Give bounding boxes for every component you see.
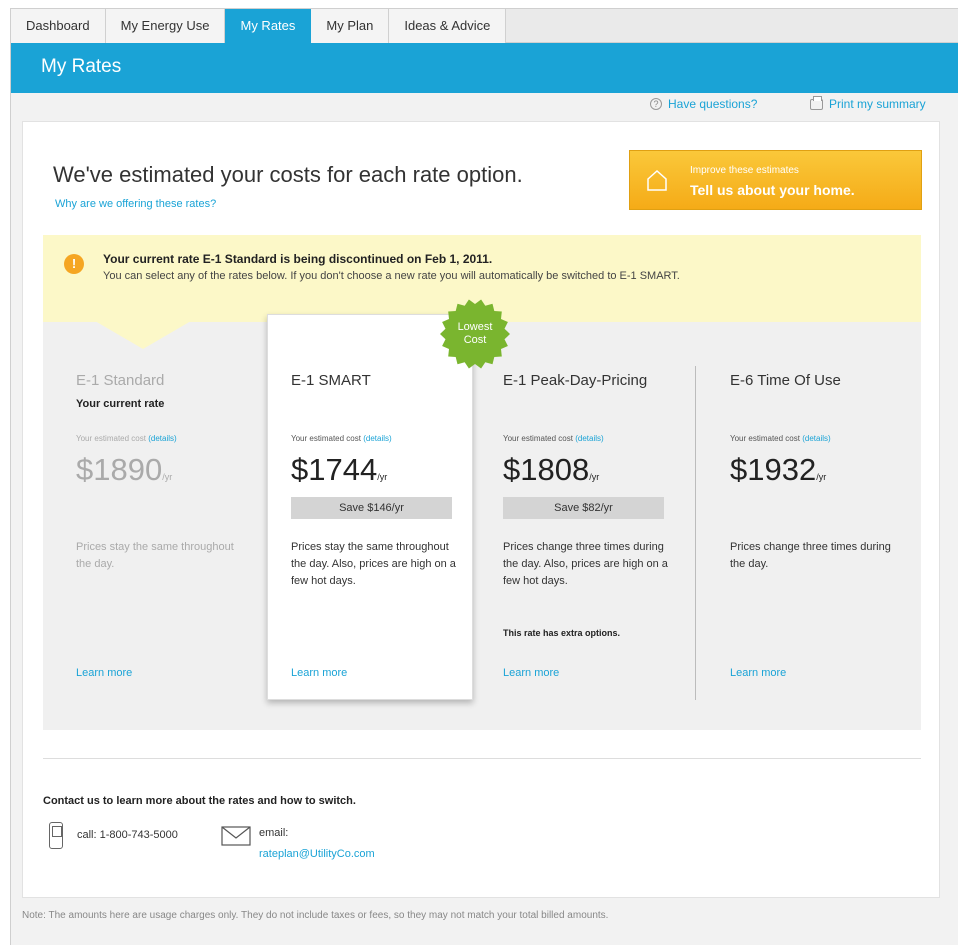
learn-more-link[interactable]: Learn more	[76, 667, 132, 679]
tab-dashboard[interactable]: Dashboard	[11, 9, 106, 43]
headline: We've estimated your costs for each rate…	[53, 162, 523, 187]
rate-price: $1808/yr	[503, 452, 600, 487]
current-rate-label: Your current rate	[76, 398, 165, 410]
rate-name: E-1 SMART	[291, 372, 371, 389]
footnote: Note: The amounts here are usage charges…	[22, 910, 609, 921]
rate-price: $1744/yr	[291, 452, 388, 487]
estimated-cost-label: Your estimated cost (details)	[503, 434, 604, 443]
rates-card: We've estimated your costs for each rate…	[22, 121, 940, 898]
mail-icon	[221, 826, 251, 846]
tab-my-plan[interactable]: My Plan	[311, 9, 390, 43]
estimated-cost-label: Your estimated cost (details)	[76, 434, 177, 443]
warning-icon: !	[64, 254, 84, 274]
print-summary-link[interactable]: Print my summary	[810, 95, 926, 111]
rate-name: E-1 Standard	[76, 372, 165, 389]
rate-description: Prices change three times during the day…	[730, 541, 891, 570]
details-link[interactable]: (details)	[363, 434, 391, 443]
question-icon: ?	[650, 98, 662, 110]
savings-badge: Save $146/yr	[291, 497, 452, 519]
why-offering-link[interactable]: Why are we offering these rates?	[55, 198, 216, 210]
rate-name: E-6 Time Of Use	[730, 372, 841, 389]
page-banner: My Rates	[11, 43, 958, 93]
tab-my-energy-use[interactable]: My Energy Use	[105, 9, 226, 43]
alert-title: Your current rate E-1 Standard is being …	[103, 252, 493, 266]
improve-small-text: Improve these estimates	[690, 165, 799, 176]
learn-more-link[interactable]: Learn more	[503, 667, 559, 679]
extra-options-note: This rate has extra options.	[503, 628, 621, 638]
details-link[interactable]: (details)	[802, 434, 830, 443]
badge-line-1: Lowest	[457, 321, 493, 333]
email-label: email:	[259, 827, 289, 839]
rate-options: E-1 Standard Your current rate Your esti…	[43, 299, 921, 730]
current-rate-pointer	[95, 321, 191, 349]
rate-description: Prices stay the same throughout the day.…	[291, 541, 456, 587]
tab-my-rates[interactable]: My Rates	[225, 9, 312, 43]
learn-more-link[interactable]: Learn more	[291, 667, 347, 679]
call-number: call: 1-800-743-5000	[77, 829, 178, 841]
tab-ideas-advice[interactable]: Ideas & Advice	[389, 9, 507, 43]
section-divider	[43, 758, 921, 759]
rate-name: E-1 Peak-Day-Pricing	[503, 372, 648, 389]
have-questions-label: Have questions?	[668, 97, 758, 111]
rate-price: $1932/yr	[730, 452, 827, 487]
email-link[interactable]: rateplan@UtilityCo.com	[259, 848, 375, 860]
contact-heading: Contact us to learn more about the rates…	[43, 795, 356, 807]
page-title: My Rates	[41, 56, 122, 77]
improve-big-text: Tell us about your home.	[690, 182, 855, 198]
print-summary-label: Print my summary	[829, 97, 926, 111]
alert-body: You can select any of the rates below. I…	[103, 270, 680, 282]
main-tabs: Dashboard My Energy Use My Rates My Plan…	[11, 9, 958, 43]
savings-badge: Save $82/yr	[503, 497, 664, 519]
learn-more-link[interactable]: Learn more	[730, 667, 786, 679]
details-link[interactable]: (details)	[575, 434, 603, 443]
house-icon	[647, 169, 667, 191]
rate-description: Prices stay the same throughout the day.	[76, 541, 234, 570]
estimated-cost-label: Your estimated cost (details)	[730, 434, 831, 443]
rate-description: Prices change three times during the day…	[503, 541, 668, 587]
estimated-cost-label: Your estimated cost (details)	[291, 434, 392, 443]
printer-icon	[810, 95, 823, 110]
improve-estimates-button[interactable]: Improve these estimates Tell us about yo…	[629, 150, 922, 210]
lowest-cost-badge: Lowest Cost	[439, 298, 511, 370]
phone-icon	[49, 822, 63, 849]
column-divider	[695, 366, 696, 700]
badge-line-2: Cost	[463, 334, 487, 346]
details-link[interactable]: (details)	[148, 434, 176, 443]
have-questions-link[interactable]: ? Have questions?	[650, 97, 757, 111]
rate-price: $1890/yr	[76, 452, 173, 487]
